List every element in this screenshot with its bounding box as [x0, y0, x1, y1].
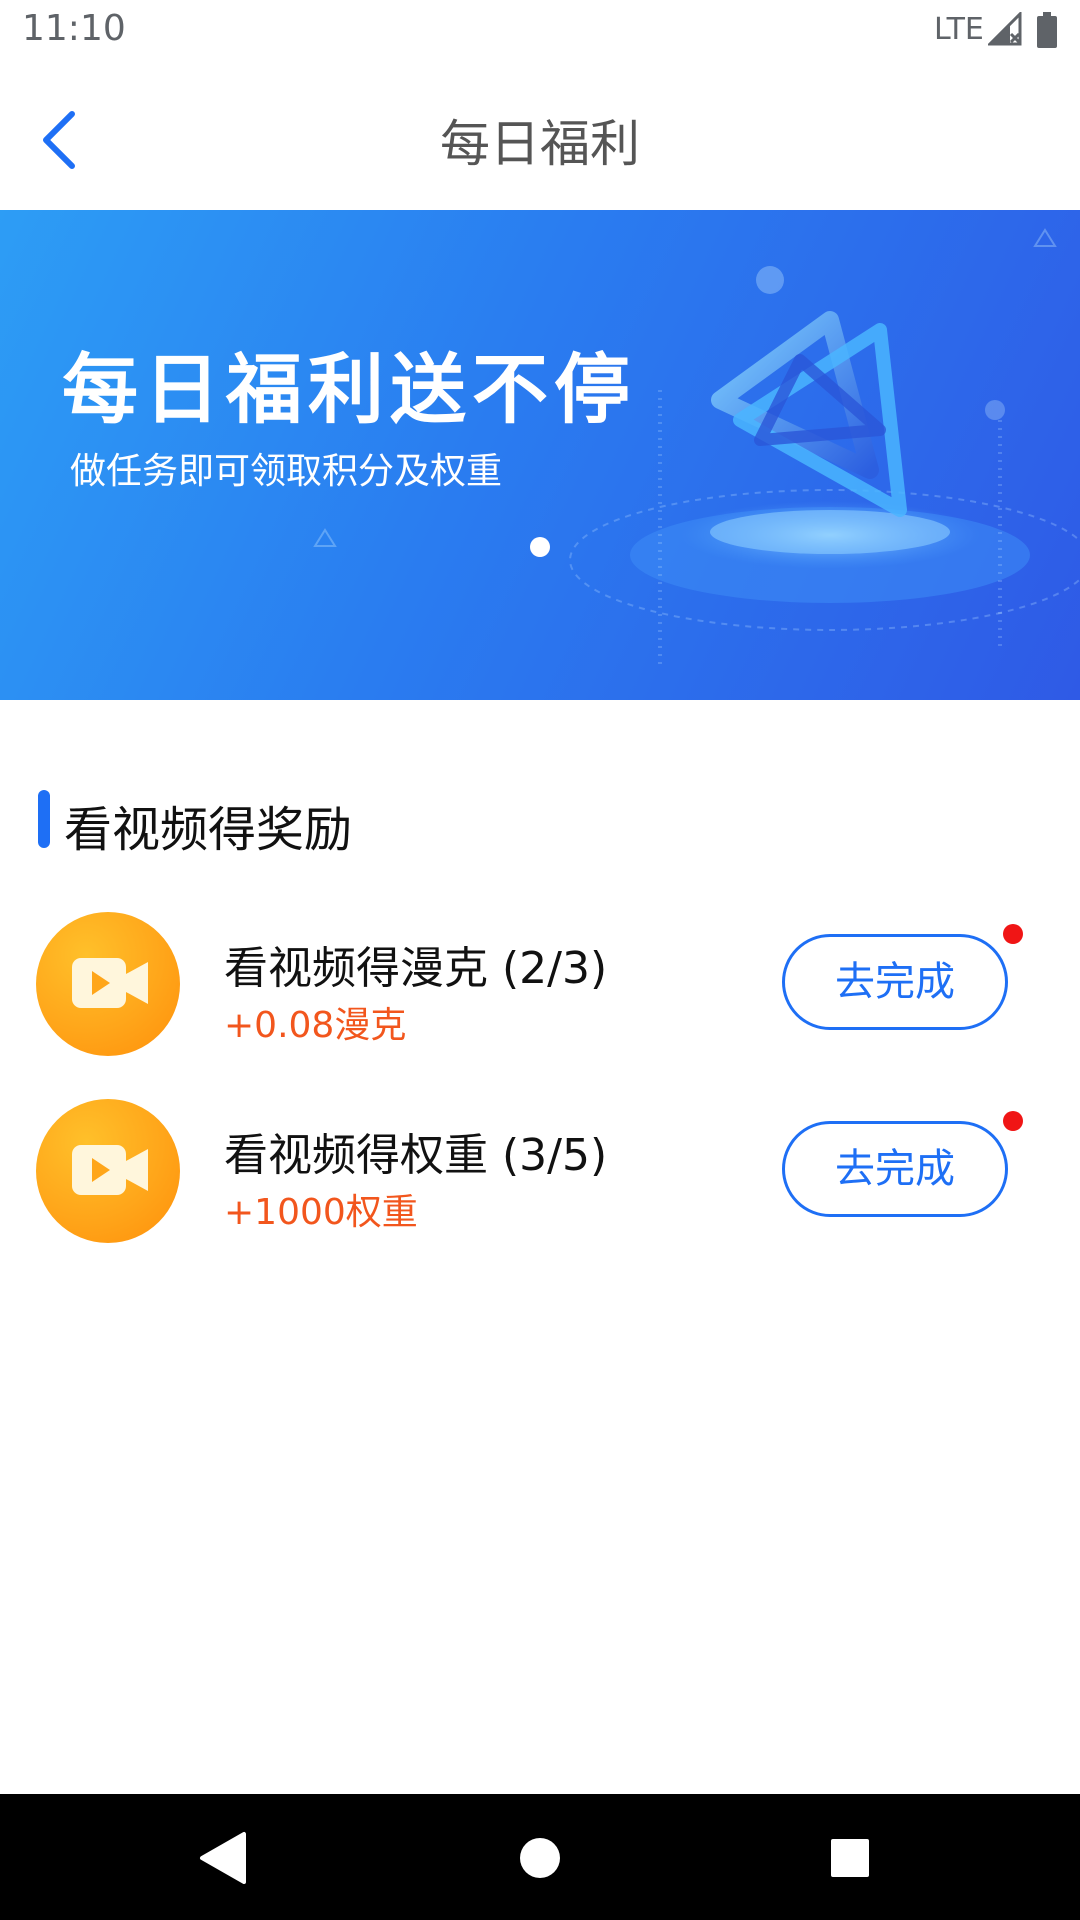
- go-complete-button[interactable]: 去完成: [782, 1121, 1008, 1217]
- back-button[interactable]: [30, 104, 94, 176]
- recents-square-icon[interactable]: [812, 1820, 888, 1896]
- back-triangle-icon[interactable]: [186, 1820, 262, 1896]
- notification-badge: [1003, 924, 1023, 944]
- go-complete-button[interactable]: 去完成: [782, 934, 1008, 1030]
- carousel-indicator-dot: [530, 537, 550, 557]
- signal-icon: [988, 12, 1022, 46]
- section-accent-bar: [38, 790, 50, 848]
- video-icon: [36, 1099, 180, 1243]
- battery-icon: [1037, 12, 1057, 48]
- section-title: 看视频得奖励: [64, 802, 353, 858]
- page-title: 每日福利: [440, 115, 640, 173]
- home-circle-icon[interactable]: [502, 1820, 578, 1896]
- banner-subtitle: 做任务即可领取积分及权重: [70, 451, 503, 492]
- banner-title: 每日福利送不停: [62, 345, 636, 434]
- chevron-left-icon: [43, 111, 75, 169]
- notification-badge: [1003, 1111, 1023, 1131]
- status-time: 11:10: [22, 8, 126, 49]
- status-bar: 11:10 LTE: [0, 0, 1080, 64]
- title-bar: 每日福利: [0, 64, 1080, 210]
- task-name: 看视频得权重 (3/5): [224, 1130, 608, 1181]
- system-nav-bar: [0, 1794, 1080, 1920]
- task-reward: +1000权重: [224, 1192, 418, 1233]
- task-reward: +0.08漫克: [224, 1005, 407, 1046]
- task-item: 看视频得漫克 (2/3) +0.08漫克 去完成: [0, 912, 1080, 1062]
- task-item: 看视频得权重 (3/5) +1000权重 去完成: [0, 1099, 1080, 1249]
- task-name: 看视频得漫克 (2/3): [224, 943, 608, 994]
- network-type: LTE: [934, 12, 984, 47]
- promo-banner[interactable]: 每日福利送不停 做任务即可领取积分及权重: [0, 210, 1080, 700]
- video-icon: [36, 912, 180, 1056]
